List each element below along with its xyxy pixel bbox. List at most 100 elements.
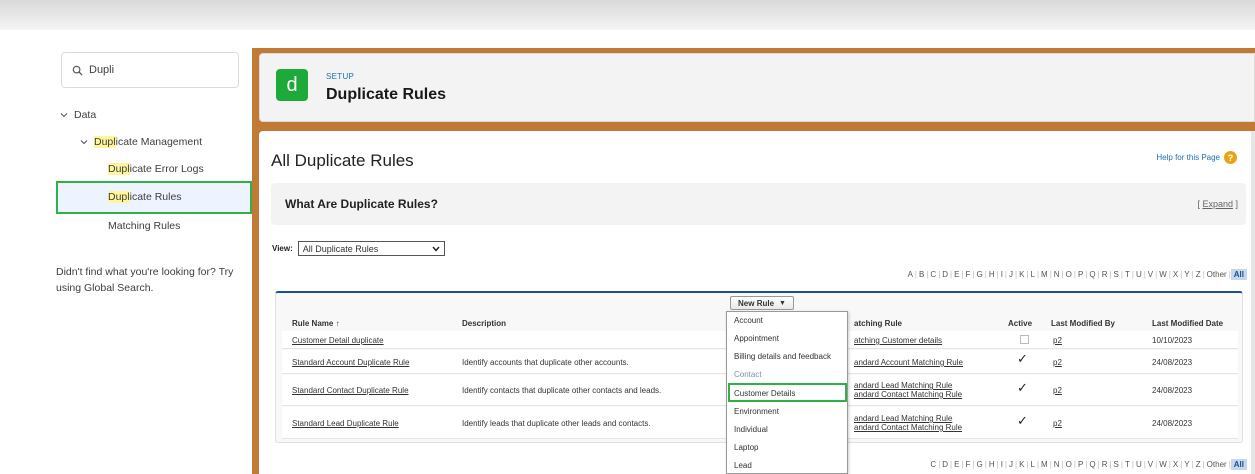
matching-rule-link[interactable]: andard Contact Matching Rule (854, 390, 962, 399)
menu-item-account[interactable]: Account (727, 316, 847, 325)
alphabet-filter-r[interactable]: R (1100, 460, 1110, 469)
help-link[interactable]: Help for this Page ? (1156, 151, 1237, 164)
alphabet-filter-e[interactable]: E (952, 460, 961, 469)
menu-item-billing-details[interactable]: Billing details and feedback (727, 352, 847, 361)
list-heading: All Duplicate Rules (271, 151, 414, 170)
rule-description: Identify leads that duplicate other lead… (462, 419, 651, 428)
menu-item-appointment[interactable]: Appointment (727, 334, 847, 343)
quick-find-search[interactable] (61, 52, 239, 88)
rule-name-link[interactable]: Standard Lead Duplicate Rule (292, 419, 399, 428)
view-label: View: (272, 244, 293, 253)
new-rule-button[interactable]: New Rule ▼ (730, 296, 794, 310)
alphabet-filter-w[interactable]: W (1157, 270, 1169, 279)
alphabet-filter-j[interactable]: J (1007, 460, 1015, 469)
alphabet-filter-l[interactable]: L (1029, 460, 1037, 469)
alphabet-filter-top: A | B | C | D | E | F | G | H | I | J | K | L | M | N | O | P | Q | R | S | T |… (906, 269, 1247, 280)
alphabet-filter-d[interactable]: D (940, 270, 950, 279)
alphabet-filter-n[interactable]: N (1052, 270, 1062, 279)
rule-name-link[interactable]: Standard Account Duplicate Rule (292, 358, 409, 367)
alphabet-filter-v[interactable]: V (1146, 270, 1155, 279)
alphabet-filter-o[interactable]: O (1064, 270, 1074, 279)
alphabet-filter-s[interactable]: S (1112, 270, 1121, 279)
alphabet-filter-m[interactable]: M (1039, 460, 1050, 469)
menu-item-customer-details[interactable]: Customer Details (727, 389, 847, 398)
tree-item-data[interactable]: Data (60, 109, 96, 121)
alphabet-filter-bottom: C | D | E | F | G | H | I | J | K | L | M | N | O | P | Q | R | S | T | U | V |… (928, 459, 1247, 470)
alphabet-filter-other[interactable]: Other (1205, 460, 1229, 469)
alphabet-filter-t[interactable]: T (1123, 270, 1132, 279)
view-select[interactable]: All Duplicate Rules (297, 241, 445, 256)
menu-item-environment[interactable]: Environment (727, 407, 847, 416)
alphabet-filter-q[interactable]: Q (1087, 270, 1097, 279)
alphabet-filter-x[interactable]: X (1171, 460, 1180, 469)
alphabet-filter-y[interactable]: Y (1182, 270, 1191, 279)
alphabet-filter-all[interactable]: All (1230, 269, 1247, 280)
checkmark-icon: ✓ (1017, 413, 1028, 428)
alphabet-filter-z[interactable]: Z (1194, 270, 1203, 279)
alphabet-filter-q[interactable]: Q (1087, 460, 1097, 469)
alphabet-filter-g[interactable]: G (975, 460, 985, 469)
tree-item-duplicate-management[interactable]: Dupl icate Management (80, 136, 202, 148)
matching-rule-link[interactable]: andard Account Matching Rule (854, 358, 963, 367)
alphabet-filter-y[interactable]: Y (1182, 460, 1191, 469)
modified-by-link[interactable]: p2 (1053, 336, 1062, 345)
matching-rule-link[interactable]: atching Customer details (854, 336, 942, 345)
modified-by-link[interactable]: p2 (1053, 358, 1062, 367)
vertical-scrollbar[interactable] (1251, 131, 1255, 474)
alphabet-filter-f[interactable]: F (964, 270, 973, 279)
alphabet-filter-k[interactable]: K (1017, 270, 1026, 279)
alphabet-filter-w[interactable]: W (1157, 460, 1169, 469)
alphabet-filter-other[interactable]: Other (1205, 270, 1229, 279)
alphabet-filter-x[interactable]: X (1171, 270, 1180, 279)
rule-name-link[interactable]: Standard Contact Duplicate Rule (292, 386, 409, 395)
alphabet-filter-h[interactable]: H (987, 460, 997, 469)
alphabet-filter-s[interactable]: S (1112, 460, 1121, 469)
col-rule-name[interactable]: Rule Name ↑ (292, 319, 340, 328)
alphabet-filter-z[interactable]: Z (1194, 460, 1203, 469)
matching-rule-link[interactable]: andard Contact Matching Rule (854, 423, 962, 432)
alphabet-filter-r[interactable]: R (1100, 270, 1110, 279)
alphabet-filter-h[interactable]: H (987, 270, 997, 279)
matching-rule-link[interactable]: andard Lead Matching Rule (854, 414, 952, 423)
tree-item-matching-rules[interactable]: Matching Rules (108, 220, 180, 232)
info-section: What Are Duplicate Rules? [ Expand ] (271, 183, 1246, 225)
quick-find-input[interactable] (89, 64, 219, 76)
alphabet-filter-o[interactable]: O (1064, 460, 1074, 469)
menu-item-laptop[interactable]: Laptop (727, 443, 847, 452)
alphabet-filter-l[interactable]: L (1029, 270, 1037, 279)
alphabet-filter-a[interactable]: A (906, 270, 915, 279)
alphabet-filter-e[interactable]: E (952, 270, 961, 279)
modified-by-link[interactable]: p2 (1053, 419, 1062, 428)
menu-item-lead[interactable]: Lead (727, 461, 847, 470)
modified-by-link[interactable]: p2 (1053, 386, 1062, 395)
alphabet-filter-c[interactable]: C (928, 270, 938, 279)
alphabet-filter-j[interactable]: J (1007, 270, 1015, 279)
alphabet-filter-k[interactable]: K (1017, 460, 1026, 469)
alphabet-filter-v[interactable]: V (1146, 460, 1155, 469)
alphabet-filter-m[interactable]: M (1039, 270, 1050, 279)
alphabet-filter-d[interactable]: D (940, 460, 950, 469)
global-search-hint: Didn't find what you're looking for? Try… (56, 266, 234, 294)
expand-link[interactable]: [ Expand ] (1197, 199, 1238, 209)
alphabet-filter-f[interactable]: F (964, 460, 973, 469)
tree-item-label: icate Rules (129, 191, 182, 203)
alphabet-filter-u[interactable]: U (1134, 460, 1144, 469)
alphabet-filter-g[interactable]: G (975, 270, 985, 279)
alphabet-filter-n[interactable]: N (1052, 460, 1062, 469)
alphabet-filter-u[interactable]: U (1134, 270, 1144, 279)
alphabet-filter-c[interactable]: C (928, 460, 938, 469)
tree-item-duplicate-error-logs[interactable]: Dupl icate Error Logs (108, 163, 204, 175)
alphabet-filter-all[interactable]: All (1230, 459, 1247, 470)
alphabet-filter-t[interactable]: T (1123, 460, 1132, 469)
tree-item-duplicate-rules[interactable]: Dupl icate Rules (108, 191, 182, 203)
alphabet-filter-b[interactable]: B (917, 270, 926, 279)
rule-name-link[interactable]: Customer Detail duplicate (292, 336, 384, 345)
menu-item-contact[interactable]: Contact (727, 370, 847, 379)
alphabet-filter-p[interactable]: P (1076, 460, 1085, 469)
search-match-highlight: Dupl (94, 136, 116, 148)
alphabet-filter-p[interactable]: P (1076, 270, 1085, 279)
expand-close-bracket: ] (1232, 199, 1238, 209)
matching-rule-link[interactable]: andard Lead Matching Rule (854, 381, 952, 390)
setup-label: SETUP (326, 72, 355, 81)
menu-item-individual[interactable]: Individual (727, 425, 847, 434)
